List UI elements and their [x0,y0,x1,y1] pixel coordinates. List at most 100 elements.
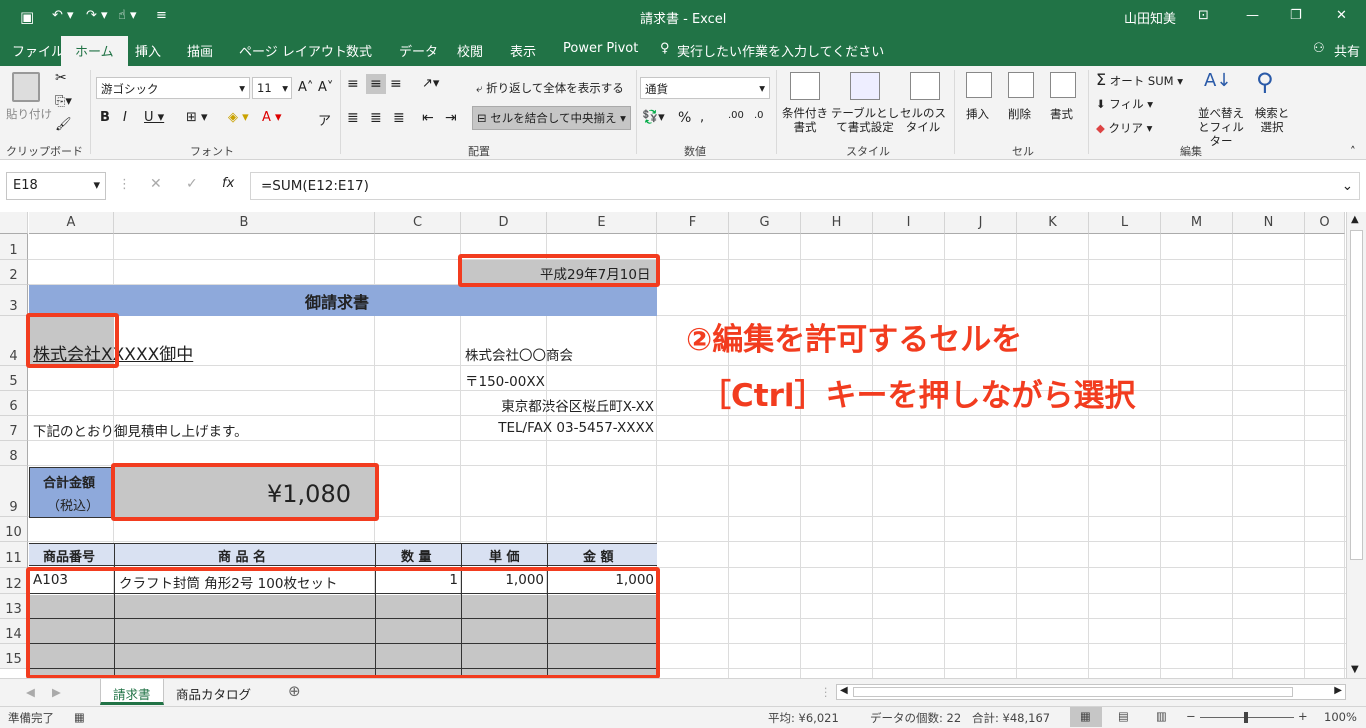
header-code[interactable]: 商品番号 [43,546,95,565]
cell-e7-tel[interactable]: TEL/FAX 03-5457-XXXX [498,420,654,436]
row-header-14[interactable]: 14 [0,619,28,644]
user-name[interactable]: 山田知美 [1124,8,1176,27]
tab-file[interactable]: ファイル [12,41,64,60]
minimize-icon[interactable]: — [1246,8,1259,23]
undo-icon[interactable]: ↶ ▾ [52,8,74,23]
cell-a9-tax-label[interactable]: （税込） [47,495,99,514]
qat-customize-icon[interactable]: ≡ [156,8,167,23]
column-header-e[interactable]: E [547,212,657,234]
ribbon-display-icon[interactable]: ⊡ [1198,8,1209,23]
column-header-l[interactable]: L [1089,212,1161,234]
row-header-5[interactable]: 5 [0,366,28,391]
name-box[interactable]: E18 ▾ [6,172,106,200]
sheet-tab-invoice[interactable]: 請求書 [100,679,164,705]
row-header-4[interactable]: 4 [0,316,28,366]
merge-center-button[interactable]: ⊟ セルを結合して中央揃え ▾ [472,106,631,130]
row-header-9[interactable]: 9 [0,466,28,517]
format-as-table-button[interactable]: テーブルとして書式設定 [830,106,900,134]
paste-icon[interactable] [12,72,40,102]
number-format-box[interactable]: 通貨 ▾ [640,77,770,99]
row-header-10[interactable]: 10 [0,517,28,542]
header-price[interactable]: 単 価 [489,546,520,565]
cell-a3-heading[interactable]: 御請求書 [305,289,369,313]
column-header-g[interactable]: G [729,212,801,234]
orientation-icon[interactable]: ↗▾ [422,76,439,91]
expand-formula-icon[interactable]: ⌄ [1342,178,1353,194]
zoom-level[interactable]: 100% [1324,710,1357,724]
row-header-6[interactable]: 6 [0,391,28,416]
header-amount[interactable]: 金 額 [583,546,614,565]
copy-icon[interactable]: ⎘▾ [55,94,72,109]
enter-icon[interactable]: ✓ [186,176,198,192]
shrink-font-icon[interactable]: A˅ [318,80,333,95]
column-header-o[interactable]: O [1305,212,1345,234]
decrease-decimal-icon[interactable]: .0 [754,110,764,121]
row-header-15[interactable]: 15 [0,644,28,669]
increase-decimal-icon[interactable]: .00 [728,110,744,121]
delete-cells-button[interactable]: 削除 [1008,106,1031,122]
tab-draw[interactable]: 描画 [187,41,213,60]
align-left-icon[interactable]: ≣ [347,110,359,126]
macro-record-icon[interactable]: ▦ [74,710,85,724]
scroll-up-icon[interactable]: ▲ [1351,214,1359,225]
conditional-formatting-button[interactable]: 条件付き書式 [782,106,828,134]
formula-input[interactable]: =SUM(E12:E17) ⌄ [250,172,1360,200]
align-right-icon[interactable]: ≣ [393,110,405,126]
align-middle-icon[interactable]: ≡ [366,74,386,94]
cancel-icon[interactable]: ✕ [150,176,162,192]
tab-split-icon[interactable]: ⋮ [820,685,832,699]
autosum-button[interactable]: Σ オート SUM ▾ [1096,70,1183,89]
fill-color-icon[interactable]: ◈ ▾ [228,110,249,125]
align-center-icon[interactable]: ≣ [370,110,382,126]
zoom-slider-thumb[interactable] [1244,712,1248,723]
wrap-text-button[interactable]: ⤶ 折り返して全体を表示する [476,80,624,96]
column-header-a[interactable]: A [29,212,114,234]
row-header-1[interactable]: 1 [0,234,28,260]
grow-font-icon[interactable]: A˄ [298,80,313,95]
scroll-down-icon[interactable]: ▼ [1351,664,1359,675]
column-header-d[interactable]: D [461,212,547,234]
horizontal-scroll-thumb[interactable] [853,687,1293,697]
column-header-h[interactable]: H [801,212,873,234]
tab-formulas[interactable]: 数式 [346,41,372,60]
row-header-11[interactable]: 11 [0,542,28,568]
find-select-button[interactable]: 検索と選択 [1252,106,1292,134]
share-icon[interactable]: ⚇ [1313,41,1325,56]
column-header-k[interactable]: K [1017,212,1089,234]
zoom-in-icon[interactable]: + [1298,709,1308,723]
page-break-view-icon[interactable]: ▥ [1156,709,1167,723]
italic-icon[interactable]: I [123,110,127,125]
row-header-3[interactable]: 3 [0,285,28,316]
clear-button[interactable]: ◆ クリア ▾ [1096,120,1152,136]
horizontal-scrollbar[interactable]: ◀ ▶ [836,684,1346,700]
cell-a9-total-label[interactable]: 合計金額 [43,472,95,491]
close-icon[interactable]: ✕ [1336,8,1347,23]
worksheet-grid[interactable]: ABCDEFGHIJKLMNO 1 2 3 4 5 6 7 8 9 10 11 12 13 14 15 平成… [0,212,1346,678]
cell-d4-company[interactable]: 株式会社〇〇商会 [465,344,573,364]
save-icon[interactable]: ▣ [20,8,34,26]
tab-home[interactable]: ホーム [61,36,128,66]
next-sheet-icon[interactable]: ▶ [52,685,61,699]
restore-icon[interactable]: ❐ [1290,8,1302,23]
comma-style-icon[interactable]: , [700,110,704,125]
cut-icon[interactable]: ✂ [55,70,67,86]
scroll-left-icon[interactable]: ◀ [840,685,848,696]
row-header-12[interactable]: 12 [0,568,28,594]
bold-icon[interactable]: B [100,110,110,125]
column-header-i[interactable]: I [873,212,945,234]
cell-e6-address[interactable]: 東京都渋谷区桜丘町X-XX [501,395,654,415]
insert-function-icon[interactable]: fx [222,176,234,191]
align-top-icon[interactable]: ≡ [347,76,359,92]
tab-review[interactable]: 校閲 [457,41,483,60]
fill-button[interactable]: ⬇ フィル ▾ [1096,96,1153,112]
accounting-format-icon[interactable]: 💱▾ [642,110,665,125]
tab-power-pivot[interactable]: Power Pivot [563,41,638,56]
insert-cells-button[interactable]: 挿入 [966,106,989,122]
prev-sheet-icon[interactable]: ◀ [26,685,35,699]
phonetic-icon[interactable]: ア [318,110,331,129]
format-cells-button[interactable]: 書式 [1050,106,1073,122]
add-sheet-icon[interactable]: ⊕ [288,682,301,700]
sheet-tab-catalog[interactable]: 商品カタログ [176,684,251,703]
select-all-corner[interactable] [0,212,28,234]
cell-styles-button[interactable]: セルのスタイル [900,106,946,134]
